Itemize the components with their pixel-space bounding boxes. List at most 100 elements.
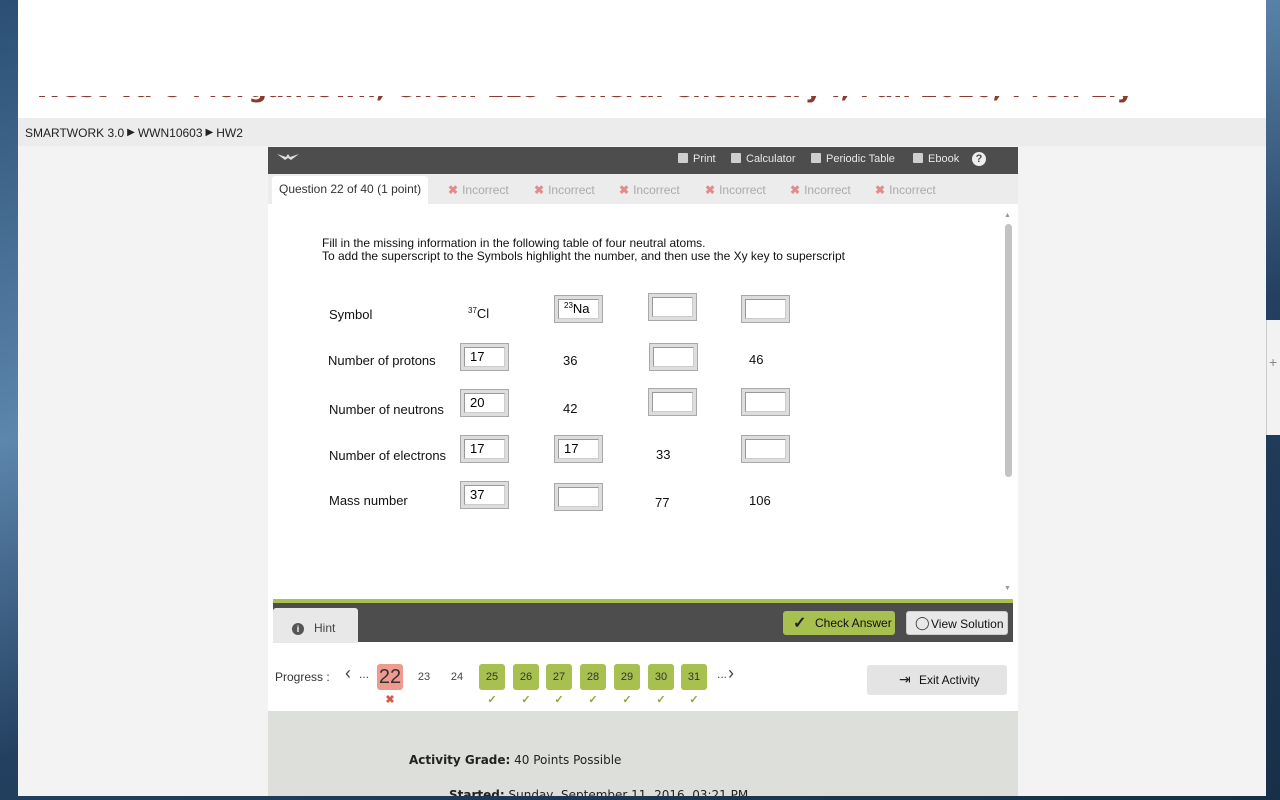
question-tabs: Question 22 of 40 (1 point) ✖ Incorrect ✖… xyxy=(268,174,1018,204)
ebook-button[interactable]: Ebook xyxy=(913,153,959,165)
progress-item-30[interactable]: 30 xyxy=(648,664,674,690)
mass-input-col2[interactable] xyxy=(554,483,603,511)
input-value[interactable]: 20 xyxy=(464,393,505,413)
scroll-down-icon[interactable]: ▼ xyxy=(1004,585,1011,592)
input-value[interactable] xyxy=(652,392,693,412)
input-value[interactable] xyxy=(745,299,786,319)
progress-ellipsis-end[interactable]: ... xyxy=(717,667,727,681)
breadcrumb: SMARTWORK 3.0 ▶ WWN10603 ▶ HW2 xyxy=(18,118,1266,146)
x-icon: ✖ xyxy=(534,183,545,197)
input-value[interactable]: 17 xyxy=(464,347,505,367)
tab-attempt-1[interactable]: ✖ Incorrect xyxy=(448,183,509,197)
calculator-label: Calculator xyxy=(746,153,796,165)
input-value[interactable]: 23Na xyxy=(558,299,599,319)
lightbulb-icon: ◯ xyxy=(915,615,930,630)
progress-item-22[interactable]: 22 xyxy=(377,664,403,690)
protons-value-col2: 36 xyxy=(563,353,578,368)
x-icon: ✖ xyxy=(705,183,716,197)
input-value[interactable] xyxy=(745,439,786,459)
ebook-label: Ebook xyxy=(928,153,960,165)
printer-icon xyxy=(678,153,688,163)
hint-label: Hint xyxy=(314,621,336,635)
tab-attempt-6[interactable]: ✖ Incorrect xyxy=(875,183,936,197)
tab-attempt-3[interactable]: ✖ Incorrect xyxy=(619,183,680,197)
activity-grade: Activity Grade: 40 Points Possible xyxy=(409,753,621,767)
activity-panel: Print Calculator Periodic Table Ebook ? … xyxy=(268,147,1018,796)
progress-item-28[interactable]: 28 xyxy=(580,664,606,690)
input-value[interactable] xyxy=(653,347,694,367)
started-value: Sunday, September 11, 2016, 03:21 PM xyxy=(508,788,749,796)
adjacent-window-fragment: + xyxy=(1266,320,1280,435)
breadcrumb-smartwork[interactable]: SMARTWORK 3.0 xyxy=(25,126,124,140)
next-page-icon[interactable]: › xyxy=(728,663,734,684)
progress-item-29[interactable]: 29 xyxy=(614,664,640,690)
scroll-up-icon[interactable]: ▲ xyxy=(1004,212,1011,219)
symbol-input-col3[interactable] xyxy=(648,293,697,321)
symbol-input-col4[interactable] xyxy=(741,295,790,323)
check-icon: ✓ xyxy=(588,694,598,706)
periodic-table-label: Periodic Table xyxy=(826,153,895,165)
neutrons-input-col3[interactable] xyxy=(648,388,697,416)
input-value[interactable] xyxy=(745,392,786,412)
mass-value-col3: 77 xyxy=(655,495,670,510)
browser-window: West Va U Morgantown, Chem 115 General C… xyxy=(18,0,1266,796)
help-icon[interactable]: ? xyxy=(972,152,986,166)
print-button[interactable]: Print xyxy=(678,153,716,165)
protons-value-col4: 46 xyxy=(749,352,764,367)
electrons-input-col2[interactable]: 17 xyxy=(554,435,603,463)
input-value[interactable]: 17 xyxy=(464,439,505,459)
check-answer-button[interactable]: ✓ Check Answer xyxy=(783,611,895,635)
mass-input-col1[interactable]: 37 xyxy=(460,481,509,509)
question-area: Fill in the missing information in the f… xyxy=(273,204,1013,600)
input-value[interactable] xyxy=(652,297,693,317)
symbol-input-col2[interactable]: 23Na xyxy=(554,295,603,323)
input-value[interactable] xyxy=(558,487,599,507)
electrons-input-col4[interactable] xyxy=(741,435,790,463)
element-symbol: Na xyxy=(572,301,590,316)
breadcrumb-separator-icon: ▶ xyxy=(205,127,214,139)
progress-ellipsis-start[interactable]: ... xyxy=(359,667,369,681)
electrons-input-col1[interactable]: 17 xyxy=(460,435,509,463)
symbol-value-col1: 37Cl xyxy=(468,306,489,321)
question-scrollbar[interactable]: ▲ ▼ xyxy=(1003,212,1013,592)
input-value[interactable]: 17 xyxy=(558,439,599,459)
exit-activity-button[interactable]: ⇥ Exit Activity xyxy=(867,665,1007,695)
progress-item-26[interactable]: 26 xyxy=(513,664,539,690)
check-icon: ✓ xyxy=(622,694,632,706)
tab-attempt-4[interactable]: ✖ Incorrect xyxy=(705,183,766,197)
calculator-button[interactable]: Calculator xyxy=(731,153,796,165)
neutrons-input-col4[interactable] xyxy=(741,388,790,416)
row-label-electrons: Number of electrons xyxy=(329,448,447,463)
scroll-thumb[interactable] xyxy=(1005,224,1012,477)
view-solution-button[interactable]: ◯ View Solution xyxy=(906,611,1008,635)
check-icon: ✓ xyxy=(554,694,564,706)
check-icon: ✓ xyxy=(487,694,497,706)
row-label-protons: Number of protons xyxy=(328,353,436,368)
neutrons-value-col2: 42 xyxy=(563,401,578,416)
attempt-label: Incorrect xyxy=(804,183,851,197)
x-icon: ✖ xyxy=(790,183,801,197)
progress-item-24[interactable]: 24 xyxy=(444,664,470,690)
table-icon xyxy=(811,153,821,163)
check-answer-label: Check Answer xyxy=(815,616,892,630)
prev-page-icon[interactable]: ‹ xyxy=(345,663,351,684)
protons-input-col1[interactable]: 17 xyxy=(460,343,509,371)
info-icon: i xyxy=(292,623,304,635)
neutrons-input-col1[interactable]: 20 xyxy=(460,389,509,417)
answer-bar: i Hint ✓ Check Answer ◯ View Solution xyxy=(273,599,1013,646)
grade-area: Activity Grade: 40 Points Possible Start… xyxy=(268,711,1018,796)
tab-current-question[interactable]: Question 22 of 40 (1 point) xyxy=(272,176,429,204)
progress-item-25[interactable]: 25 xyxy=(479,664,505,690)
hint-button[interactable]: i Hint xyxy=(273,608,358,646)
progress-item-27[interactable]: 27 xyxy=(546,664,572,690)
tab-attempt-5[interactable]: ✖ Incorrect xyxy=(790,183,851,197)
breadcrumb-assignment[interactable]: HW2 xyxy=(216,126,243,140)
protons-input-col3[interactable] xyxy=(649,343,698,371)
periodic-table-button[interactable]: Periodic Table xyxy=(811,153,895,165)
activity-grade-value: 40 Points Possible xyxy=(514,753,622,767)
breadcrumb-course[interactable]: WWN10603 xyxy=(138,126,203,140)
input-value[interactable]: 37 xyxy=(464,485,505,505)
progress-item-23[interactable]: 23 xyxy=(411,664,437,690)
progress-item-31[interactable]: 31 xyxy=(681,664,707,690)
tab-attempt-2[interactable]: ✖ Incorrect xyxy=(534,183,595,197)
